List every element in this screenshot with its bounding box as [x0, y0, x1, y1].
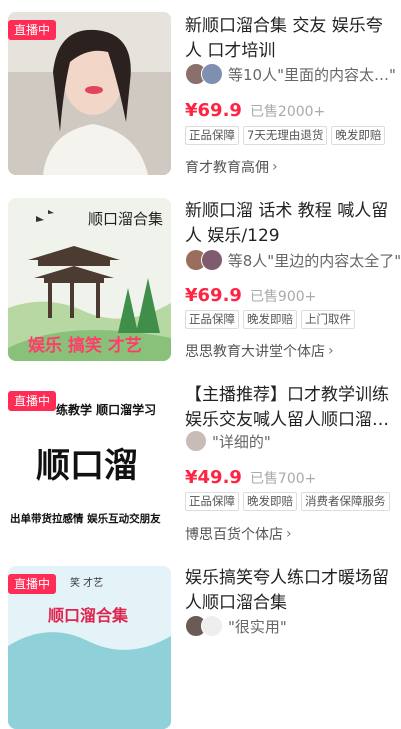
sold-count: 已售900+: [249, 289, 317, 305]
price-row: ¥49.9 已售700+: [185, 467, 316, 488]
poster-bottom-text: 出单带货拉感情 娱乐互动交朋友: [10, 513, 161, 525]
shop-link[interactable]: 育才教育高佣 ›: [185, 157, 278, 177]
poster-title: 顺口溜合集: [88, 210, 164, 228]
tag: 消费者保障服务: [301, 492, 390, 511]
tag: 正品保障: [185, 310, 239, 329]
price-row: ¥69.9 已售900+: [185, 285, 316, 306]
buyer-comment: "很实用": [228, 617, 287, 636]
tag: 正品保障: [185, 126, 239, 145]
buyer-comment: "详细的": [212, 432, 271, 451]
live-badge: 直播中: [8, 391, 57, 411]
tag: 7天无理由退货: [243, 126, 328, 145]
sold-count: 已售2000+: [249, 104, 326, 120]
product-title[interactable]: 新顺口溜合集 交友 娱乐夸人 口才培训: [185, 14, 395, 64]
product-thumbnail[interactable]: 练教学 顺口溜学习 顺口溜 出单带货拉感情 娱乐互动交朋友 直播中: [8, 383, 171, 546]
chevron-right-icon: ›: [272, 159, 278, 175]
avatar: [201, 615, 223, 637]
shop-link[interactable]: 博思百货个体店 ›: [185, 524, 292, 544]
product-title[interactable]: 【主播推荐】口才教学训练娱乐交友喊人留人顺口溜…: [185, 383, 395, 433]
price: ¥49.9: [185, 467, 242, 488]
buyers-row: "很实用": [185, 615, 400, 637]
poster-subtitle: 娱乐 搞笑 才艺: [28, 336, 142, 356]
service-tags: 正品保障 晚发即赔 上门取件: [185, 310, 355, 329]
product-thumbnail[interactable]: 笑 才艺 顺口溜合集 直播中: [8, 566, 171, 729]
poster-top-text: 笑 才艺: [70, 578, 104, 589]
tag: 晚发即赔: [243, 492, 297, 511]
live-badge: 直播中: [8, 20, 57, 40]
chevron-right-icon: ›: [286, 526, 292, 542]
avatar: [185, 430, 207, 452]
tag: 正品保障: [185, 492, 239, 511]
product-title[interactable]: 新顺口溜 话术 教程 喊人留人 娱乐/129: [185, 199, 395, 249]
shop-name: 思思教育大讲堂个体店: [185, 344, 325, 360]
shop-name: 育才教育高佣: [185, 160, 269, 176]
poster-top-text: 练教学 顺口溜学习: [56, 403, 157, 417]
live-badge: 直播中: [8, 574, 57, 594]
sold-count: 已售700+: [249, 471, 317, 487]
buyers-row: "详细的": [185, 430, 400, 452]
product-thumbnail[interactable]: 直播中: [8, 12, 171, 175]
avatar: [201, 63, 223, 85]
avatar: [200, 249, 223, 271]
tag: 晚发即赔: [243, 310, 297, 329]
service-tags: 正品保障 晚发即赔 消费者保障服务: [185, 492, 390, 511]
chevron-right-icon: ›: [328, 343, 334, 359]
product-title[interactable]: 娱乐搞笑夸人练口才暖场留人顺口溜合集: [185, 566, 395, 616]
price-row: ¥69.9 已售2000+: [185, 100, 325, 121]
poster-main-text: 顺口溜合集: [48, 606, 129, 625]
service-tags: 正品保障 7天无理由退货 晚发即赔: [185, 126, 386, 145]
product-thumbnail[interactable]: 顺口溜合集 娱乐 搞笑 才艺: [8, 198, 171, 361]
buyers-row: 等8人"里边的内容太全了": [185, 249, 400, 271]
price: ¥69.9: [185, 285, 242, 306]
shop-link[interactable]: 思思教育大讲堂个体店 ›: [185, 341, 334, 361]
poster-main-text: 顺口溜: [36, 446, 138, 486]
price: ¥69.9: [185, 100, 242, 121]
tag: 上门取件: [301, 310, 355, 329]
buyer-comment: 等8人"里边的内容太全了": [227, 251, 400, 270]
buyer-comment: 等10人"里面的内容太…": [228, 65, 396, 84]
tag: 晚发即赔: [331, 126, 386, 145]
buyers-row: 等10人"里面的内容太…": [185, 63, 400, 85]
shop-name: 博思百货个体店: [185, 527, 283, 543]
